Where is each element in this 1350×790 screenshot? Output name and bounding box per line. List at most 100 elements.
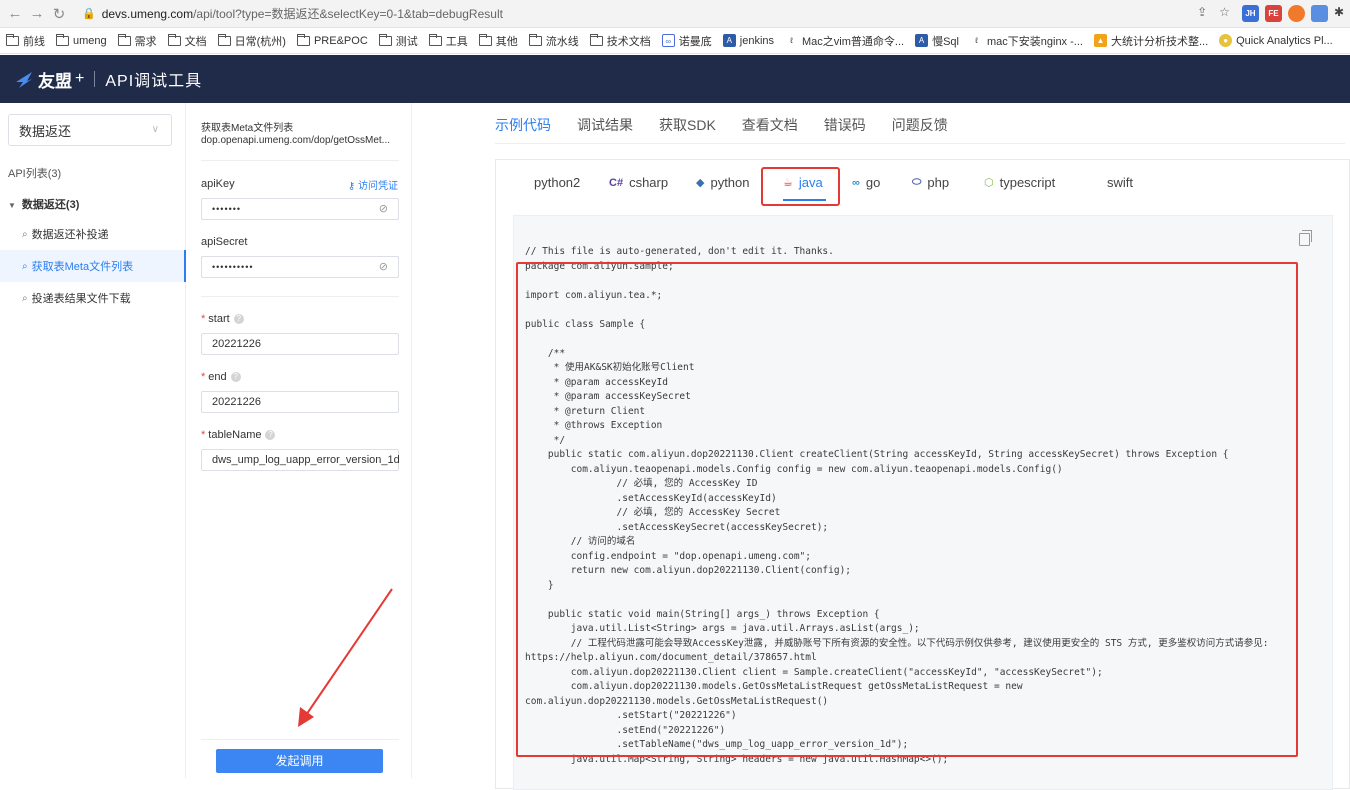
help-icon[interactable]: ? <box>233 314 244 325</box>
eye-off-icon[interactable]: ⊘ <box>379 202 388 215</box>
url-field[interactable]: devs.umeng.com/api/tool?type=数据返还&select… <box>102 5 503 22</box>
divider <box>201 739 399 740</box>
chevron-down-icon: ∨ <box>151 124 159 135</box>
bookmarks-bar: 前线 umeng 需求 文档 日常(杭州) PRE&POC 测试 工具 其他 流… <box>0 28 1350 54</box>
tab-get-sdk[interactable]: 获取SDK <box>659 115 716 135</box>
code-block: // This file is auto-generated, don't ed… <box>513 215 1333 790</box>
folder-icon <box>428 33 442 46</box>
lang-tab-python[interactable]: ◆ python <box>696 175 750 190</box>
php-icon: ⬭ <box>912 176 922 188</box>
bookmark-wendang[interactable]: 文档 <box>167 33 207 49</box>
lang-tab-swift[interactable]: swift <box>1107 175 1133 190</box>
atlassian-icon: A <box>722 34 736 47</box>
credential-link[interactable]: ⚷ 访问凭证 <box>348 177 398 192</box>
help-icon[interactable]: ? <box>230 372 241 383</box>
bookmark-nuomandi[interactable]: ∞ 诺曼底 <box>661 33 712 49</box>
share-icon[interactable]: ⇪ <box>1197 5 1207 22</box>
bookmark-qita[interactable]: 其他 <box>478 33 518 49</box>
yuque-icon: ℓ <box>785 34 799 47</box>
sidebar-item-meta-list[interactable]: ⌕ 获取表Meta文件列表 <box>0 250 186 282</box>
page-title: API调试工具 <box>105 73 203 90</box>
folder-icon <box>478 33 492 46</box>
api-secret-value: •••••••••• <box>212 262 254 272</box>
table-name-input[interactable]: dws_ump_log_uapp_error_version_1d <box>201 449 400 471</box>
sidebar-group-shujufanhuan[interactable]: ▼ 数据返还(3) <box>8 196 79 212</box>
table-name-label: * tableName? <box>201 429 276 441</box>
start-input[interactable]: 20221226 <box>201 333 399 355</box>
tab-debug-result[interactable]: 调试结果 <box>577 115 633 135</box>
parameter-form: 获取表Meta文件列表 dop.openapi.umeng.com/dop/ge… <box>187 103 412 778</box>
bookmark-mac-nginx[interactable]: ℓ mac下安装nginx -... <box>969 33 1083 49</box>
header-divider <box>94 71 96 87</box>
lang-tab-csharp[interactable]: C# csharp <box>609 175 668 190</box>
api-key-input[interactable]: ••••••• ⊘ <box>201 198 399 220</box>
bookmark-umeng[interactable]: umeng <box>56 33 107 47</box>
lang-tab-python2[interactable]: python2 <box>534 175 580 190</box>
tab-error-codes[interactable]: 错误码 <box>824 115 866 135</box>
api-secret-input[interactable]: •••••••••• ⊘ <box>201 256 399 278</box>
url-path: /api/tool?type=数据返还&selectKey=0-1&tab=de… <box>193 7 503 21</box>
tab-view-docs[interactable]: 查看文档 <box>742 115 798 135</box>
puzzle-icon[interactable]: ✱ <box>1334 5 1344 22</box>
invoke-button[interactable]: 发起调用 <box>216 749 383 773</box>
extension-record-icon[interactable] <box>1287 5 1305 22</box>
bookmark-liushuixian[interactable]: 流水线 <box>528 33 579 49</box>
folder-icon <box>56 33 69 46</box>
reload-icon[interactable]: ↻ <box>48 5 70 23</box>
main-tabs: 示例代码 调试结果 获取SDK 查看文档 错误码 问题反馈 <box>495 115 948 135</box>
csharp-icon: C# <box>609 176 624 189</box>
code-card: python2 C# csharp ◆ python ☕ java ∞ go ⬭ php … <box>495 159 1350 790</box>
api-icon: ⌕ <box>22 228 28 240</box>
atlassian-icon: A <box>915 34 929 47</box>
caret-down-icon: ▼ <box>8 201 16 210</box>
sidebar-group-label: 数据返还(3) <box>21 199 80 211</box>
bookmark-quick-analytics[interactable]: ● Quick Analytics Pl... <box>1219 34 1333 47</box>
tabs-divider <box>495 143 1345 144</box>
eye-off-icon[interactable]: ⊘ <box>379 260 388 273</box>
start-value: 20221226 <box>212 338 261 350</box>
bookmark-gongju[interactable]: 工具 <box>428 33 468 49</box>
folder-icon <box>528 33 542 46</box>
lock-icon[interactable]: 🔒 <box>82 7 96 20</box>
sidebar-item-bu-tou-di[interactable]: ⌕ 数据返还补投递 <box>0 218 186 250</box>
tab-sample-code[interactable]: 示例代码 <box>495 115 551 135</box>
qa-icon: ● <box>1219 34 1233 47</box>
bookmark-jishuwendang[interactable]: 技术文档 <box>589 33 651 49</box>
folder-icon <box>589 33 603 46</box>
bookmark-pre-poc[interactable]: PRE&POC <box>296 33 368 47</box>
folder-icon <box>167 33 181 46</box>
brand-plus: + <box>75 70 85 87</box>
divider <box>201 160 399 161</box>
bookmark-tongji[interactable]: ▲ 大统计分析技术整... <box>1093 33 1208 49</box>
bookmark-jenkins[interactable]: Ajenkins <box>722 34 774 47</box>
sidebar-item-label: 投递表结果文件下载 <box>31 293 131 305</box>
tab-feedback[interactable]: 问题反馈 <box>892 115 948 135</box>
brand-name[interactable]: 友盟 <box>38 67 72 92</box>
api-secret-label: apiSecret <box>201 236 248 248</box>
lang-tab-go[interactable]: ∞ go <box>852 175 880 190</box>
category-select[interactable]: 数据返还 ∨ <box>8 114 172 146</box>
bookmark-ceshi[interactable]: 测试 <box>378 33 418 49</box>
back-icon[interactable]: ← <box>4 5 26 22</box>
bookmark-mac-vim[interactable]: ℓ Mac之vim普通命令... <box>785 33 904 49</box>
star-icon[interactable]: ☆ <box>1219 5 1230 22</box>
help-icon[interactable]: ? <box>265 430 276 441</box>
start-label: * start? <box>201 313 244 325</box>
lang-tab-typescript[interactable]: ⬡ typescript <box>984 175 1055 190</box>
api-path: dop.openapi.umeng.com/dop/getOssMet... <box>201 135 391 146</box>
bookmark-xuqiu[interactable]: 需求 <box>117 33 157 49</box>
bookmark-slow-sql[interactable]: A 慢Sql <box>915 33 959 49</box>
yuque-icon: ℓ <box>969 34 983 47</box>
extension-fe-icon[interactable]: FE <box>1264 5 1282 22</box>
end-input[interactable]: 20221226 <box>201 391 399 413</box>
lang-tab-php[interactable]: ⬭ php <box>912 175 949 190</box>
sidebar-item-result-download[interactable]: ⌕ 投递表结果文件下载 <box>0 282 186 314</box>
bookmark-richang[interactable]: 日常(杭州) <box>217 33 286 49</box>
bookmark-qianxian[interactable]: 前线 <box>6 33 45 49</box>
language-tabs: python2 C# csharp ◆ python ☕ java ∞ go ⬭ php … <box>496 160 1350 210</box>
forward-icon[interactable]: → <box>26 5 48 22</box>
node-icon: ⬡ <box>984 177 994 189</box>
extension-jh-icon[interactable]: JH <box>1241 5 1259 22</box>
extension-grid-icon[interactable] <box>1310 5 1328 22</box>
key-icon: ⚷ <box>347 181 358 192</box>
